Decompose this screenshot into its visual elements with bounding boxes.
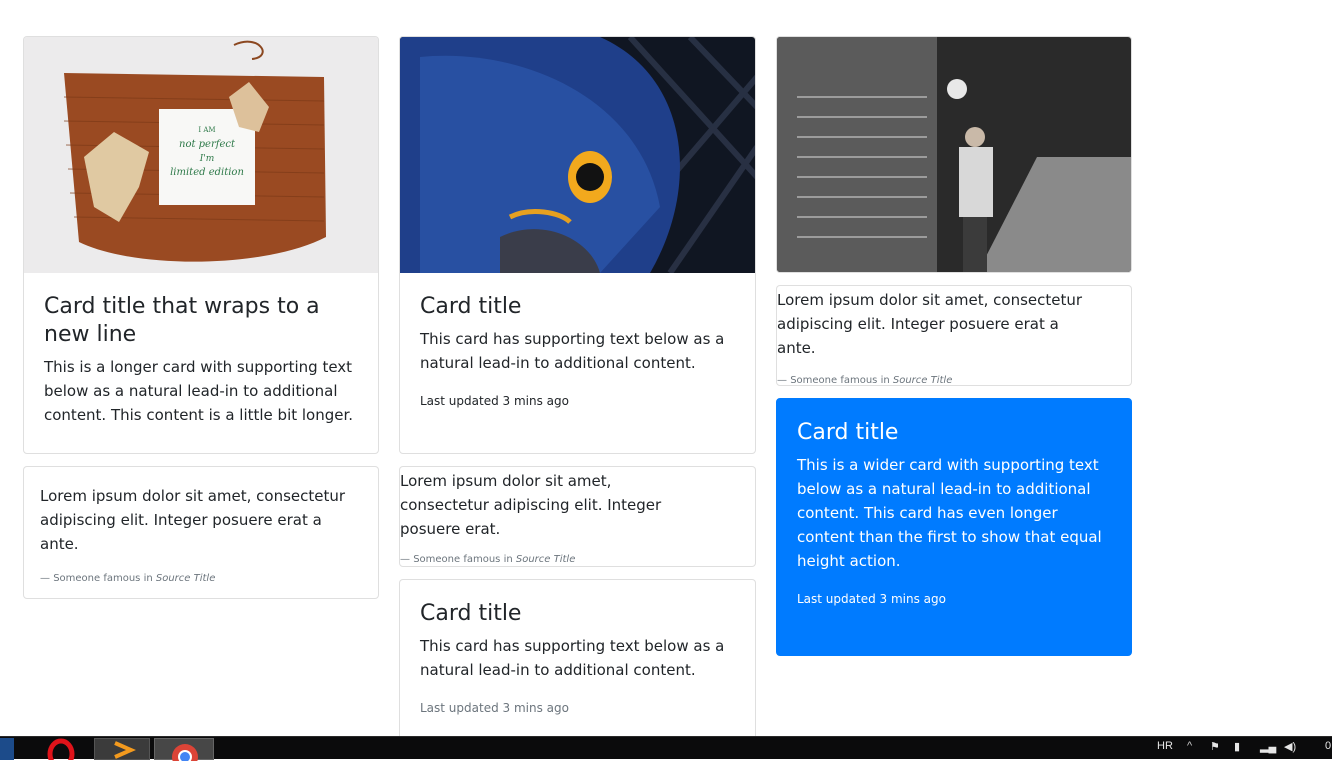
street-photo-image xyxy=(777,37,1131,272)
note-line-4: limited edition xyxy=(170,167,244,178)
battery-icon[interactable]: ▮ xyxy=(1234,740,1240,753)
quote-author: Someone famous in xyxy=(790,375,890,386)
opera-icon[interactable] xyxy=(40,738,84,765)
card-title: Card title xyxy=(420,601,522,626)
note-line-3: I'm xyxy=(199,154,215,164)
chevron-up-icon[interactable]: ^ xyxy=(1187,740,1192,752)
card-title: Card title that wraps to a new line xyxy=(44,294,320,347)
note-line-2: not perfect xyxy=(179,139,236,150)
card-street-image xyxy=(776,36,1132,273)
clock[interactable]: 0 xyxy=(1325,740,1331,752)
card-text: This is a wider card with supporting tex… xyxy=(797,456,1102,570)
card-text: This is a longer card with supporting te… xyxy=(44,358,354,424)
card-quote-left: Lorem ipsum dolor sit amet, consectetur … xyxy=(23,466,379,599)
volume-icon[interactable]: ◀) xyxy=(1284,740,1296,753)
quote-text: Lorem ipsum dolor sit amet, consectetur … xyxy=(777,291,1083,357)
parrot-image xyxy=(400,37,755,273)
card-title: Card title xyxy=(420,294,522,319)
card-title: Card title xyxy=(797,420,899,445)
card-quote-right: Lorem ipsum dolor sit amet, consectetur … xyxy=(776,285,1132,386)
quote-footer: — Someone famous in Source Title xyxy=(40,573,216,584)
taskbar: HR ^ ⚑ ▮ ▂▄ ◀) 0 xyxy=(0,736,1332,765)
sublime-text-icon[interactable] xyxy=(94,738,150,760)
chrome-icon[interactable] xyxy=(154,738,214,765)
note-line-1: I AM xyxy=(198,126,215,134)
quote-footer: — Someone famous in Source Title xyxy=(777,375,953,386)
quote-text: Lorem ipsum dolor sit amet, consectetur … xyxy=(40,487,346,553)
quote-text: Lorem ipsum dolor sit amet, consectetur … xyxy=(400,472,662,538)
language-indicator[interactable]: HR xyxy=(1157,740,1173,752)
card-quote-mid: Lorem ipsum dolor sit amet, consectetur … xyxy=(399,466,756,567)
quote-source: Source Title xyxy=(892,375,953,386)
card-updated: Last updated 3 mins ago xyxy=(797,592,946,606)
card-parrot: Card title This card has supporting text… xyxy=(399,36,756,454)
card-text: This card has supporting text below as a… xyxy=(420,637,725,679)
card-text: This card has supporting text below as a… xyxy=(420,330,725,372)
knitted-fabric-image: I AM not perfect I'm limited edition xyxy=(63,40,326,262)
card-plain: Card title This card has supporting text… xyxy=(399,579,756,749)
card-image-knit: I AM not perfect I'm limited edition xyxy=(24,37,378,273)
file-explorer-icon[interactable] xyxy=(0,738,14,760)
card-knit: I AM not perfect I'm limited edition Car… xyxy=(23,36,379,454)
quote-footer: — Someone famous in Source Title xyxy=(400,554,576,565)
card-updated: Last updated 3 mins ago xyxy=(420,701,569,715)
flag-icon[interactable]: ⚑ xyxy=(1210,740,1220,753)
card-primary: Card title This is a wider card with sup… xyxy=(776,398,1132,656)
card-updated: Last updated 3 mins ago xyxy=(420,394,569,408)
quote-author: Someone famous in xyxy=(413,554,513,565)
quote-source: Source Title xyxy=(515,554,576,565)
quote-author: Someone famous in xyxy=(53,573,153,584)
network-icon[interactable]: ▂▄ xyxy=(1260,740,1276,753)
card-image-parrot xyxy=(400,37,755,273)
quote-source: Source Title xyxy=(155,573,216,584)
